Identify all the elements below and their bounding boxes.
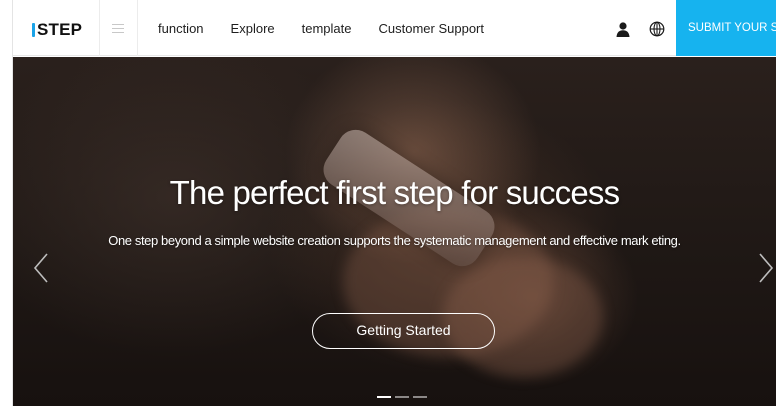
user-icon[interactable] (616, 22, 630, 37)
slide-dot[interactable] (377, 396, 391, 398)
hamburger-icon[interactable] (112, 24, 124, 33)
hero-title: The perfect first step for success (169, 174, 620, 211)
chevron-left-icon[interactable] (33, 253, 49, 283)
nav-item-explore[interactable]: Explore (231, 21, 275, 36)
header-divider (99, 0, 100, 56)
slide-dot[interactable] (413, 396, 427, 398)
hero-subtitle: One step beyond a simple website creatio… (108, 233, 681, 248)
header-divider (137, 0, 138, 56)
logo-text: STEP (37, 20, 83, 39)
slider-indicator (377, 396, 431, 398)
nav-item-function[interactable]: function (158, 21, 204, 36)
top-navigation-bar: STEP function Explore template Customer … (13, 0, 776, 56)
logo[interactable]: STEP (32, 19, 82, 41)
nav-item-template[interactable]: template (302, 21, 352, 36)
globe-icon[interactable] (649, 21, 665, 37)
hero-slider: The perfect first step for success One s… (13, 57, 776, 406)
chevron-right-icon[interactable] (758, 253, 774, 283)
logo-mark (32, 23, 35, 37)
main-nav: function Explore template Customer Suppo… (158, 0, 511, 56)
slide-dot[interactable] (395, 396, 409, 398)
getting-started-button[interactable]: Getting Started (312, 313, 495, 349)
nav-item-customer-support[interactable]: Customer Support (379, 21, 485, 36)
submit-your-site-button[interactable]: SUBMIT YOUR SITE (676, 0, 776, 56)
